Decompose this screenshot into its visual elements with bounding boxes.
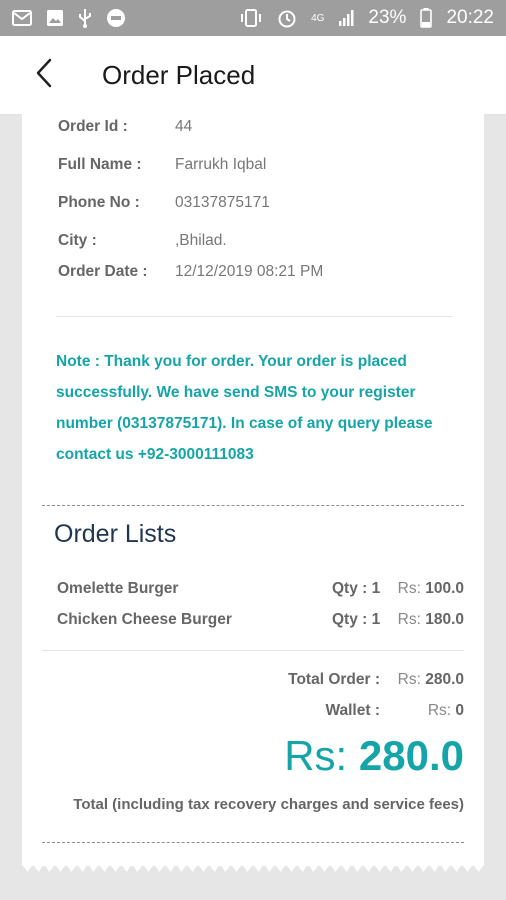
alarm-icon (277, 8, 297, 28)
battery-icon (420, 8, 433, 28)
back-arrow-icon (35, 58, 53, 93)
gallery-icon (46, 9, 64, 27)
currency-label: Rs: (397, 611, 421, 628)
app-bar: Order Placed (0, 36, 506, 115)
total-order-label: Total Order : (288, 671, 380, 688)
divider (42, 650, 464, 651)
grand-total-currency: Rs: (284, 732, 348, 779)
order-item-name: Chicken Cheese Burger (57, 611, 232, 628)
order-lists-title: Order Lists (54, 520, 177, 548)
divider (56, 316, 452, 317)
order-note: Note : Thank you for order. Your order i… (56, 353, 433, 463)
total-order-value: Rs: 280.0 (398, 671, 464, 689)
receipt-torn-edge (22, 864, 484, 872)
wallet-value: Rs: 0 (428, 702, 464, 720)
clock: 20:22 (446, 7, 494, 28)
order-id-value: 44 (175, 118, 193, 135)
order-item-qty: Qty : 1 (332, 611, 381, 628)
back-button[interactable] (22, 53, 66, 97)
order-item-qty: Qty : 1 (332, 580, 381, 597)
signal-icon (338, 9, 354, 27)
order-item-price: Rs: 100.0 (398, 580, 464, 598)
order-id-label: Order Id : (58, 118, 128, 135)
order-item-price: Rs: 180.0 (398, 611, 464, 629)
battery-percent: 23% (368, 7, 407, 28)
grand-total: Rs: 280.0 (284, 732, 464, 780)
order-item-name: Omelette Burger (57, 580, 179, 597)
vibrate-icon (239, 9, 263, 27)
full-name-value: Farrukh Iqbal (175, 156, 267, 173)
grand-total-amount: 280.0 (358, 732, 464, 779)
city-value: ,Bhilad. (175, 232, 227, 249)
price-amount: 180.0 (425, 611, 464, 628)
order-date-value: 12/12/2019 08:21 PM (175, 263, 324, 280)
receipt-card: Order Id : 44 Full Name : Farrukh Iqbal … (22, 114, 484, 866)
city-label: City : (58, 232, 97, 249)
currency-label: Rs: (427, 702, 452, 719)
phone-label: Phone No : (58, 194, 140, 211)
price-amount: 100.0 (425, 580, 464, 597)
full-name-label: Full Name : (58, 156, 142, 173)
phone-value: 03137875171 (175, 194, 270, 211)
network-4g-icon: 4G (311, 12, 325, 24)
currency-label: Rs: (397, 580, 421, 597)
dashed-divider (42, 842, 464, 843)
page-title: Order Placed (102, 59, 256, 90)
wallet-label: Wallet : (325, 702, 380, 719)
total-footnote: Total (including tax recovery charges an… (73, 796, 464, 813)
circle-app-icon (106, 8, 126, 28)
status-bar: 4G 23% 20:22 (0, 0, 506, 36)
order-date-label: Order Date : (58, 263, 148, 280)
total-order-amount: 280.0 (425, 671, 464, 688)
currency-label: Rs: (397, 671, 421, 688)
wallet-amount: 0 (455, 702, 464, 719)
dashed-divider (42, 505, 464, 506)
usb-icon (78, 8, 92, 28)
gmail-icon (12, 10, 32, 26)
